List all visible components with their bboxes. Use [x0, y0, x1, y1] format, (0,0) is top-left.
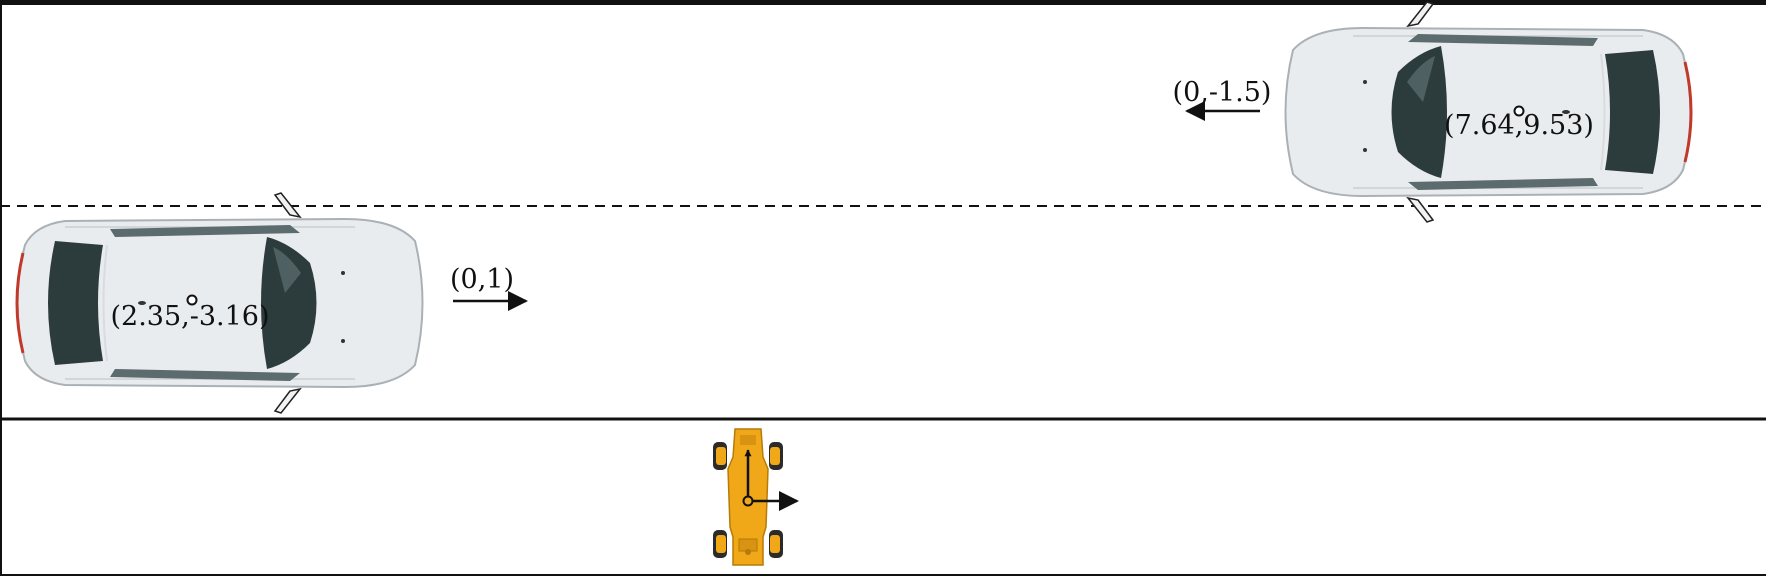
car-2-position-label: (7.64,9.53): [1444, 110, 1594, 141]
robot-center-marker: [742, 495, 754, 507]
car-2-velocity-label: (0,-1.5): [1173, 77, 1272, 108]
road-scene-diagram: (2.35,-3.16) (0,1) (7.64,9.53) (0,-1.5): [0, 0, 1766, 576]
car-1-velocity-label: (0,1): [450, 264, 514, 295]
road-top-edge: [0, 0, 1766, 5]
car-1-position-label: (2.35,-3.16): [110, 301, 269, 332]
